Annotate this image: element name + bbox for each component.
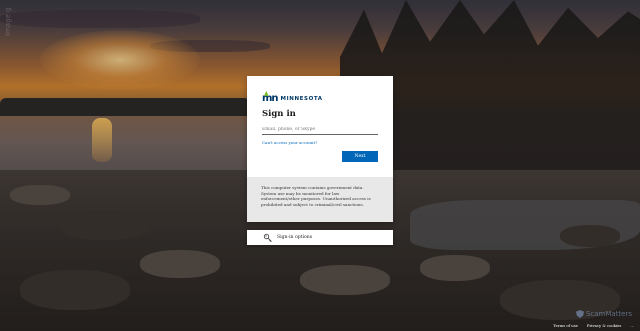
notice-text: This computer system contains government… (261, 185, 371, 207)
scammatters-watermark: ScamMatters (575, 310, 632, 318)
minnesota-logo: m ▲ n MINNESOTA (262, 90, 323, 104)
logo-text: MINNESOTA (280, 95, 323, 102)
sign-in-options-label: Sign-in options (277, 235, 313, 240)
username-field[interactable] (262, 124, 378, 135)
more-options-link[interactable]: ... (630, 323, 634, 328)
watermark-text: Image g (4, 7, 12, 36)
sign-in-options-button[interactable]: Sign-in options (247, 230, 393, 245)
next-button[interactable]: Next (342, 151, 378, 162)
terms-of-use-link[interactable]: Terms of use (553, 323, 578, 328)
page-title: Sign in (262, 109, 296, 119)
watermark-label: ScamMatters (585, 310, 632, 318)
cant-access-account-link[interactable]: Can't access your account? (262, 140, 317, 145)
logo-mark-icon: m ▲ n (262, 90, 279, 104)
government-notice: This computer system contains government… (247, 177, 393, 222)
footer: Terms of use Privacy & cookies ... (553, 323, 634, 328)
key-icon (263, 233, 272, 242)
privacy-cookies-link[interactable]: Privacy & cookies (587, 323, 621, 328)
shield-icon (575, 310, 584, 318)
